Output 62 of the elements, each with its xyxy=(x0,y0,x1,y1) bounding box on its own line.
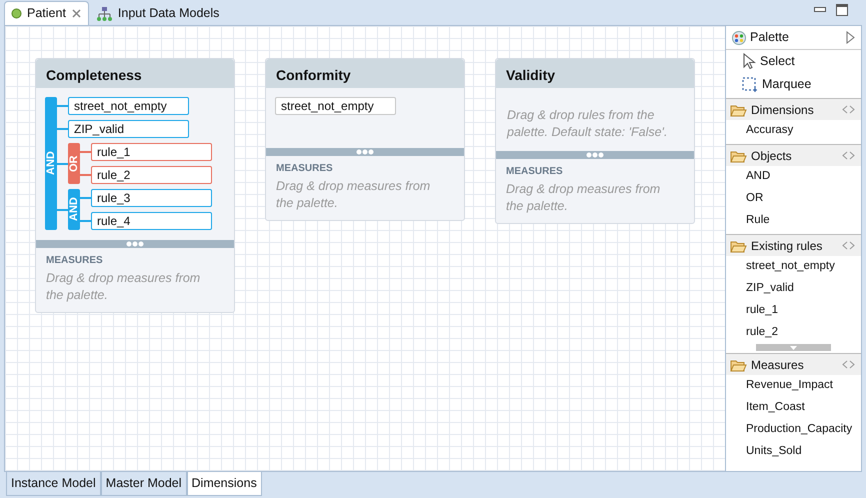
collapse-arrows-icon xyxy=(842,241,855,250)
palette-item[interactable]: Units_Sold xyxy=(726,441,861,463)
measures-hint: Drag & drop measures from the palette. xyxy=(506,180,662,214)
palette-title: Palette xyxy=(750,29,789,46)
status-dot-icon xyxy=(11,8,22,19)
palette-item[interactable]: street_not_empty xyxy=(726,256,861,278)
measures-heading: MEASURES xyxy=(276,162,334,176)
section-divider-bar[interactable] xyxy=(36,240,234,248)
palette-item[interactable]: Rule xyxy=(726,210,861,232)
palette-item[interactable]: Production_Capacity xyxy=(726,419,861,441)
drawer-header[interactable]: Objects xyxy=(726,144,861,166)
page-tab[interactable]: Master Model xyxy=(100,472,187,496)
minimize-icon[interactable] xyxy=(814,7,826,12)
palette-item[interactable]: Accurasy xyxy=(726,120,861,142)
page-tab[interactable]: Dimensions xyxy=(186,472,262,496)
measures-hint: Drag & drop measures from the palette. xyxy=(46,270,202,304)
card-title: Validity xyxy=(496,59,694,88)
editor-tab[interactable]: Patient xyxy=(4,1,89,25)
folder-icon xyxy=(730,238,747,252)
palette-item[interactable]: AND xyxy=(726,166,861,188)
scroll-down-bar[interactable] xyxy=(756,344,831,351)
folder-icon xyxy=(730,102,747,116)
collapse-arrows-icon xyxy=(842,360,855,369)
editor-tab[interactable]: Input Data Models xyxy=(88,1,226,25)
card-title: Completeness xyxy=(36,59,234,88)
more-dots-icon xyxy=(126,241,144,247)
palette-item[interactable]: ZIP_valid xyxy=(726,278,861,300)
collapse-arrows-icon xyxy=(842,151,855,160)
close-icon[interactable] xyxy=(70,8,82,19)
palette-item[interactable]: OR xyxy=(726,188,861,210)
dimension-card[interactable]: Validity Drag & drop rules from the palette. Default state: 'False'. MEASURES Drag & drop measures from the palette. xyxy=(495,58,695,224)
more-dots-icon xyxy=(586,152,604,158)
palette-item[interactable]: rule_2 xyxy=(726,322,861,344)
measures-heading: MEASURES xyxy=(46,254,104,268)
more-dots-icon xyxy=(356,149,374,155)
collapse-arrows-icon xyxy=(842,105,855,114)
marquee-icon xyxy=(742,76,758,92)
palette-item[interactable]: Item_Coast xyxy=(726,397,861,419)
pointer-icon xyxy=(742,53,756,70)
dimension-card[interactable]: Conformity street_not_empty MEASURES Drag & drop measures from the palette. xyxy=(265,58,465,221)
page-tab[interactable]: Instance Model xyxy=(6,472,101,496)
section-divider-bar[interactable] xyxy=(496,150,694,159)
palette-item[interactable]: rule_1 xyxy=(726,300,861,322)
drawer-header[interactable]: Dimensions xyxy=(726,98,861,120)
drawer-header[interactable]: Existing rules xyxy=(726,234,861,256)
hierarchy-icon xyxy=(96,6,113,22)
folder-icon xyxy=(730,358,747,372)
measures-hint: Drag & drop measures from the palette. xyxy=(276,178,432,212)
palette-tool[interactable]: Marquee xyxy=(726,73,861,96)
drawer-header[interactable]: Measures xyxy=(726,353,861,375)
palette-item[interactable]: Revenue_Impact xyxy=(726,375,861,397)
section-divider-bar[interactable] xyxy=(266,148,464,156)
maximize-icon[interactable] xyxy=(836,4,848,16)
dimension-card[interactable]: Completeness AND street_not_empty ZIP_valid OR rule_1 rule_2 AND rule_3 rule_4 MEASURES Drag & drop measures from the palette. xyxy=(35,58,235,313)
rules-hint: Drag & drop rules from the palette. Default state: 'False'. xyxy=(506,107,668,141)
folder-icon xyxy=(730,148,747,162)
caret-icon xyxy=(790,346,797,350)
palette-icon xyxy=(732,30,746,44)
card-title: Conformity xyxy=(266,59,464,88)
measures-heading: MEASURES xyxy=(506,164,564,179)
palette-tool[interactable]: Select xyxy=(726,50,861,73)
expand-arrow-icon[interactable] xyxy=(846,31,855,44)
